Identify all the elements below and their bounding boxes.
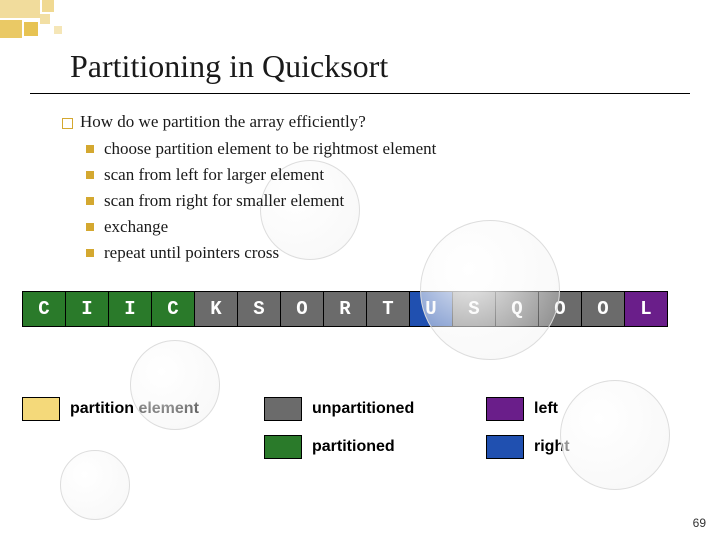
legend-swatch	[22, 397, 60, 421]
step-item: scan from right for smaller element	[104, 190, 680, 213]
array-cell: L	[624, 291, 668, 327]
legend-label: right	[534, 438, 570, 456]
corner-decoration	[0, 0, 150, 50]
array-cell: O	[581, 291, 625, 327]
legend-row: partition element unpartitioned left	[22, 397, 720, 421]
array-cell: K	[194, 291, 238, 327]
array-cell: C	[22, 291, 66, 327]
legend-label: partition element	[70, 400, 199, 418]
steps-list: choose partition element to be rightmost…	[104, 138, 680, 265]
array-cell: O	[280, 291, 324, 327]
legend-swatch	[264, 397, 302, 421]
array-cell: C	[151, 291, 195, 327]
slide-title: Partitioning in Quicksort	[70, 48, 650, 85]
legend-item-left: left	[486, 397, 558, 421]
page-number: 69	[693, 516, 706, 530]
legend-label: unpartitioned	[312, 400, 414, 418]
array-cell: R	[323, 291, 367, 327]
step-item: repeat until pointers cross	[104, 242, 680, 265]
legend-item-partition-element: partition element	[22, 397, 230, 421]
array-cell: T	[366, 291, 410, 327]
array-cell: I	[108, 291, 152, 327]
legend-item-right: right	[486, 435, 570, 459]
array-visual: CIICKSORTUSQOOL	[22, 291, 720, 327]
slide-body: How do we partition the array efficientl…	[0, 94, 720, 265]
legend: partition element unpartitioned left par…	[22, 397, 720, 459]
legend-swatch	[486, 397, 524, 421]
array-cell: S	[452, 291, 496, 327]
legend-item-partitioned: partitioned	[264, 435, 452, 459]
legend-swatch	[486, 435, 524, 459]
bubble-decoration	[60, 450, 130, 520]
array-cell: I	[65, 291, 109, 327]
question-bullet: How do we partition the array efficientl…	[80, 112, 680, 132]
step-item: scan from left for larger element	[104, 164, 680, 187]
array-cell: S	[237, 291, 281, 327]
legend-label: left	[534, 400, 558, 418]
step-item: exchange	[104, 216, 680, 239]
legend-row: partitioned right	[264, 435, 720, 459]
legend-swatch	[264, 435, 302, 459]
array-cell: U	[409, 291, 453, 327]
array-cell: O	[538, 291, 582, 327]
array-cell: Q	[495, 291, 539, 327]
step-item: choose partition element to be rightmost…	[104, 138, 680, 161]
legend-item-unpartitioned: unpartitioned	[264, 397, 452, 421]
legend-label: partitioned	[312, 438, 395, 456]
